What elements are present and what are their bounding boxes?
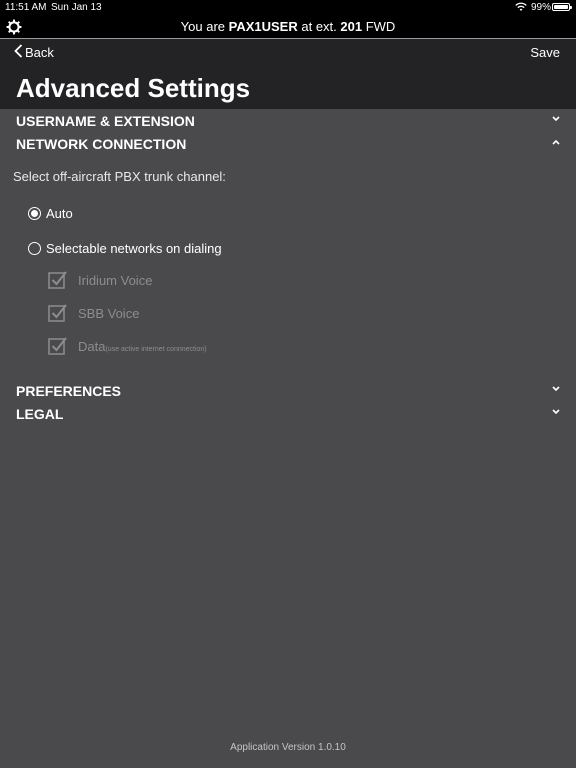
section-preferences[interactable]: PREFERENCES — [0, 380, 576, 402]
page-title: Advanced Settings — [16, 73, 251, 103]
radio-label: Selectable networks on dialing — [46, 241, 222, 256]
section-label: LEGAL — [16, 406, 64, 422]
banner-suffix: FWD — [362, 19, 396, 34]
wifi-icon — [515, 2, 527, 11]
section-label: NETWORK CONNECTION — [16, 136, 187, 152]
checkbox-checked-icon — [48, 271, 67, 289]
section-label: USERNAME & EXTENSION — [16, 113, 195, 129]
section-legal[interactable]: LEGAL — [0, 403, 576, 425]
section-username-extension[interactable]: USERNAME & EXTENSION — [0, 110, 576, 132]
section-label: PREFERENCES — [16, 383, 122, 399]
chevron-left-icon — [14, 44, 23, 58]
extension-banner: You are PAX1USER at ext. 201 FWD — [0, 15, 576, 39]
checkbox-label: SBB Voice — [78, 306, 140, 321]
gear-icon[interactable] — [6, 19, 22, 35]
trunk-channel-prompt: Select off-aircraft PBX trunk channel: — [13, 169, 226, 184]
nav-header: Back Save Advanced Settings — [0, 39, 576, 109]
battery-percent: 99% — [531, 2, 552, 13]
radio-unselected-icon — [28, 242, 41, 255]
app-version: Application Version 1.0.10 — [230, 742, 346, 753]
banner-middle: at ext. — [297, 19, 341, 34]
radio-label: Auto — [46, 206, 73, 221]
banner-extension: 201 — [340, 19, 363, 34]
section-network-connection[interactable]: NETWORK CONNECTION — [0, 133, 576, 155]
save-button[interactable]: Save — [530, 45, 560, 60]
checkbox-label: Iridium Voice — [78, 273, 153, 288]
banner-prefix: You are — [180, 19, 229, 34]
status-bar: 11:51 AM Sun Jan 13 99% — [0, 0, 576, 15]
status-date: Sun Jan 13 — [51, 2, 102, 13]
chevron-up-icon — [552, 139, 560, 145]
banner-username: PAX1USER — [228, 19, 298, 34]
checkbox-checked-icon — [48, 337, 67, 355]
status-time: 11:51 AM — [5, 2, 47, 13]
checkbox-label: Data(use active internet connnection) — [78, 339, 207, 354]
chevron-down-icon — [552, 386, 560, 392]
chevron-down-icon — [552, 409, 560, 415]
data-label: Data — [78, 339, 106, 354]
chevron-down-icon — [552, 116, 560, 122]
checkbox-checked-icon — [48, 304, 67, 322]
back-label: Back — [25, 45, 54, 60]
battery-icon — [552, 3, 572, 11]
data-sublabel: (use active internet connnection) — [105, 346, 207, 353]
radio-selected-icon — [28, 207, 41, 220]
